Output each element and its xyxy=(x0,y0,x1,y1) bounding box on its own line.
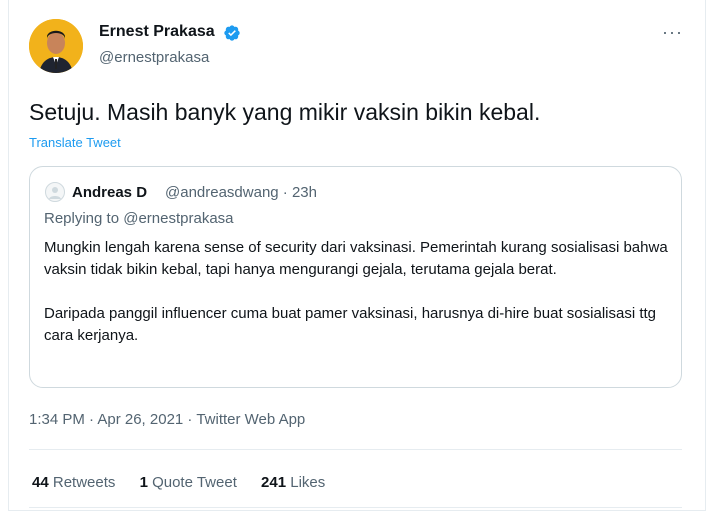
divider xyxy=(29,507,682,508)
verified-badge-icon xyxy=(224,25,240,41)
likes-count: 241 xyxy=(261,474,287,491)
tweet-text: Setuju. Masih banyk yang mikir vaksin bi… xyxy=(29,99,541,125)
tweet-stats: 44 Retweets 1 Quote Tweet 241 Likes xyxy=(32,474,345,491)
quoted-paragraph-1: Mungkin lengah karena sense of security … xyxy=(44,239,668,278)
author-name[interactable]: Ernest Prakasa xyxy=(99,23,215,41)
quoted-paragraph-2: Daripada panggil influencer cuma buat pa… xyxy=(44,305,656,344)
quoted-tweet-text: Mungkin lengah karena sense of security … xyxy=(44,237,669,369)
author-avatar-image xyxy=(29,19,83,73)
author-avatar[interactable] xyxy=(29,19,83,73)
retweets-label: Retweets xyxy=(52,474,116,491)
likes-label: Likes xyxy=(290,474,326,491)
quoted-author-name[interactable]: Andreas D xyxy=(72,184,147,201)
replying-to: Replying to @ernestprakasa xyxy=(44,210,234,227)
more-options-icon[interactable]: ··· xyxy=(662,22,683,43)
replying-to-label: Replying to xyxy=(44,210,120,227)
author-handle[interactable]: @ernestprakasa xyxy=(99,49,209,66)
tweet-timestamp[interactable]: 1:34 PM · Apr 26, 2021 · Twitter Web App xyxy=(29,411,305,428)
likes-stat[interactable]: 241 Likes xyxy=(261,474,325,491)
default-avatar-icon xyxy=(49,187,61,199)
quote-tweets-count: 1 xyxy=(139,474,148,491)
divider xyxy=(29,449,682,450)
quoted-author-avatar[interactable] xyxy=(45,182,65,202)
translate-tweet-link[interactable]: Translate Tweet xyxy=(29,135,121,150)
quoted-author-meta: @andreasdwang · 23h xyxy=(165,184,317,201)
retweets-count: 44 xyxy=(32,474,49,491)
replying-to-handle[interactable]: @ernestprakasa xyxy=(123,210,233,227)
quote-tweets-label: Quote Tweet xyxy=(152,474,237,491)
quoted-tweet[interactable]: Andreas D @andreasdwang · 23h Replying t… xyxy=(29,166,682,388)
retweets-stat[interactable]: 44 Retweets xyxy=(32,474,115,491)
quote-tweets-stat[interactable]: 1 Quote Tweet xyxy=(140,474,237,491)
